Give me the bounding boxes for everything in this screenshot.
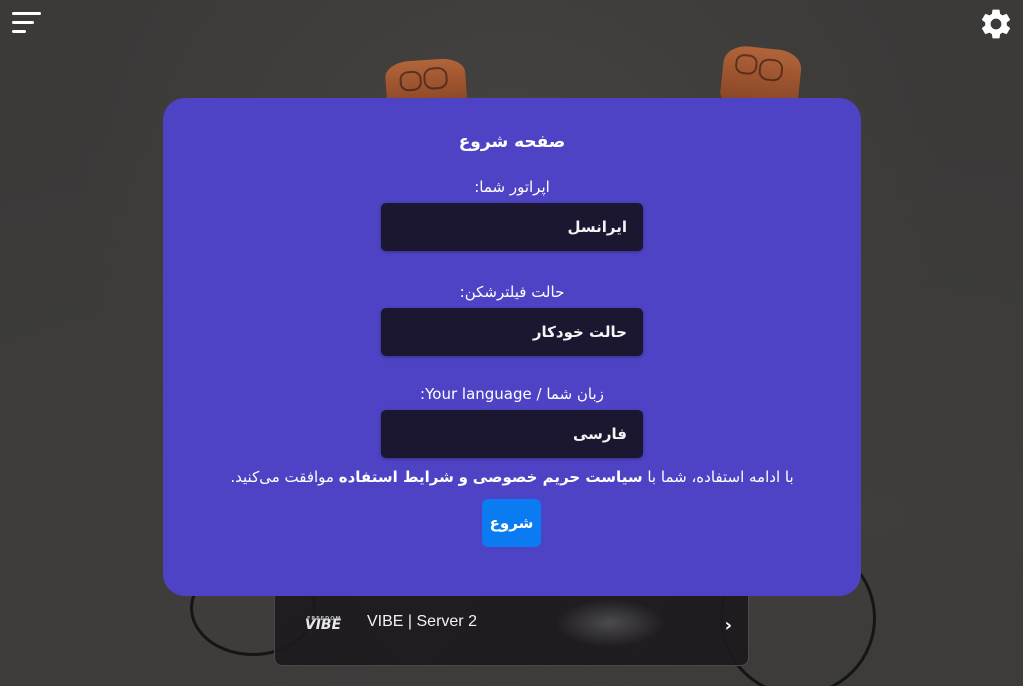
chevron-right-icon[interactable]: › — [725, 615, 732, 636]
settings-button[interactable] — [978, 6, 1014, 42]
vpn-mode-value: حالت خودکار — [532, 323, 627, 341]
operator-label: اپراتور شما: — [474, 178, 550, 196]
terms-link[interactable]: شرایط استفاده — [339, 468, 454, 486]
blurred-info — [555, 599, 665, 647]
consent-prefix: با ادامه استفاده، شما با — [647, 468, 794, 486]
language-value: فارسی — [572, 425, 627, 443]
server-card[interactable]: FREEDOM VIBE VIBE | Server 2 › — [274, 586, 749, 666]
start-button[interactable]: شروع — [482, 499, 541, 547]
operator-select[interactable]: ایرانسل — [381, 203, 643, 251]
menu-button[interactable] — [12, 12, 42, 36]
language-label: زبان شما / Your language: — [420, 385, 604, 403]
server-name: VIBE | Server 2 — [367, 613, 477, 630]
consent-conjunction: و — [458, 468, 468, 486]
start-modal: صفحه شروع اپراتور شما: ایرانسل حالت فیلت… — [163, 98, 861, 596]
privacy-policy-link[interactable]: سیاست حریم خصوصی — [473, 468, 643, 486]
menu-icon-line — [12, 30, 26, 33]
menu-icon-line — [12, 21, 34, 24]
logo-subtitle: FREEDOM — [307, 616, 342, 622]
language-select[interactable]: فارسی — [381, 410, 643, 458]
operator-value: ایرانسل — [567, 218, 627, 236]
consent-suffix: موافقت می‌کنید. — [230, 468, 334, 486]
modal-title: صفحه شروع — [458, 132, 566, 152]
vibe-logo: FREEDOM VIBE — [301, 612, 345, 638]
menu-icon — [12, 12, 41, 15]
consent-text: با ادامه استفاده، شما با سیاست حریم خصوص… — [163, 468, 861, 486]
gear-icon — [981, 9, 1011, 39]
vpn-mode-select[interactable]: حالت خودکار — [381, 308, 643, 356]
vpn-mode-label: حالت فیلترشکن: — [459, 283, 565, 301]
